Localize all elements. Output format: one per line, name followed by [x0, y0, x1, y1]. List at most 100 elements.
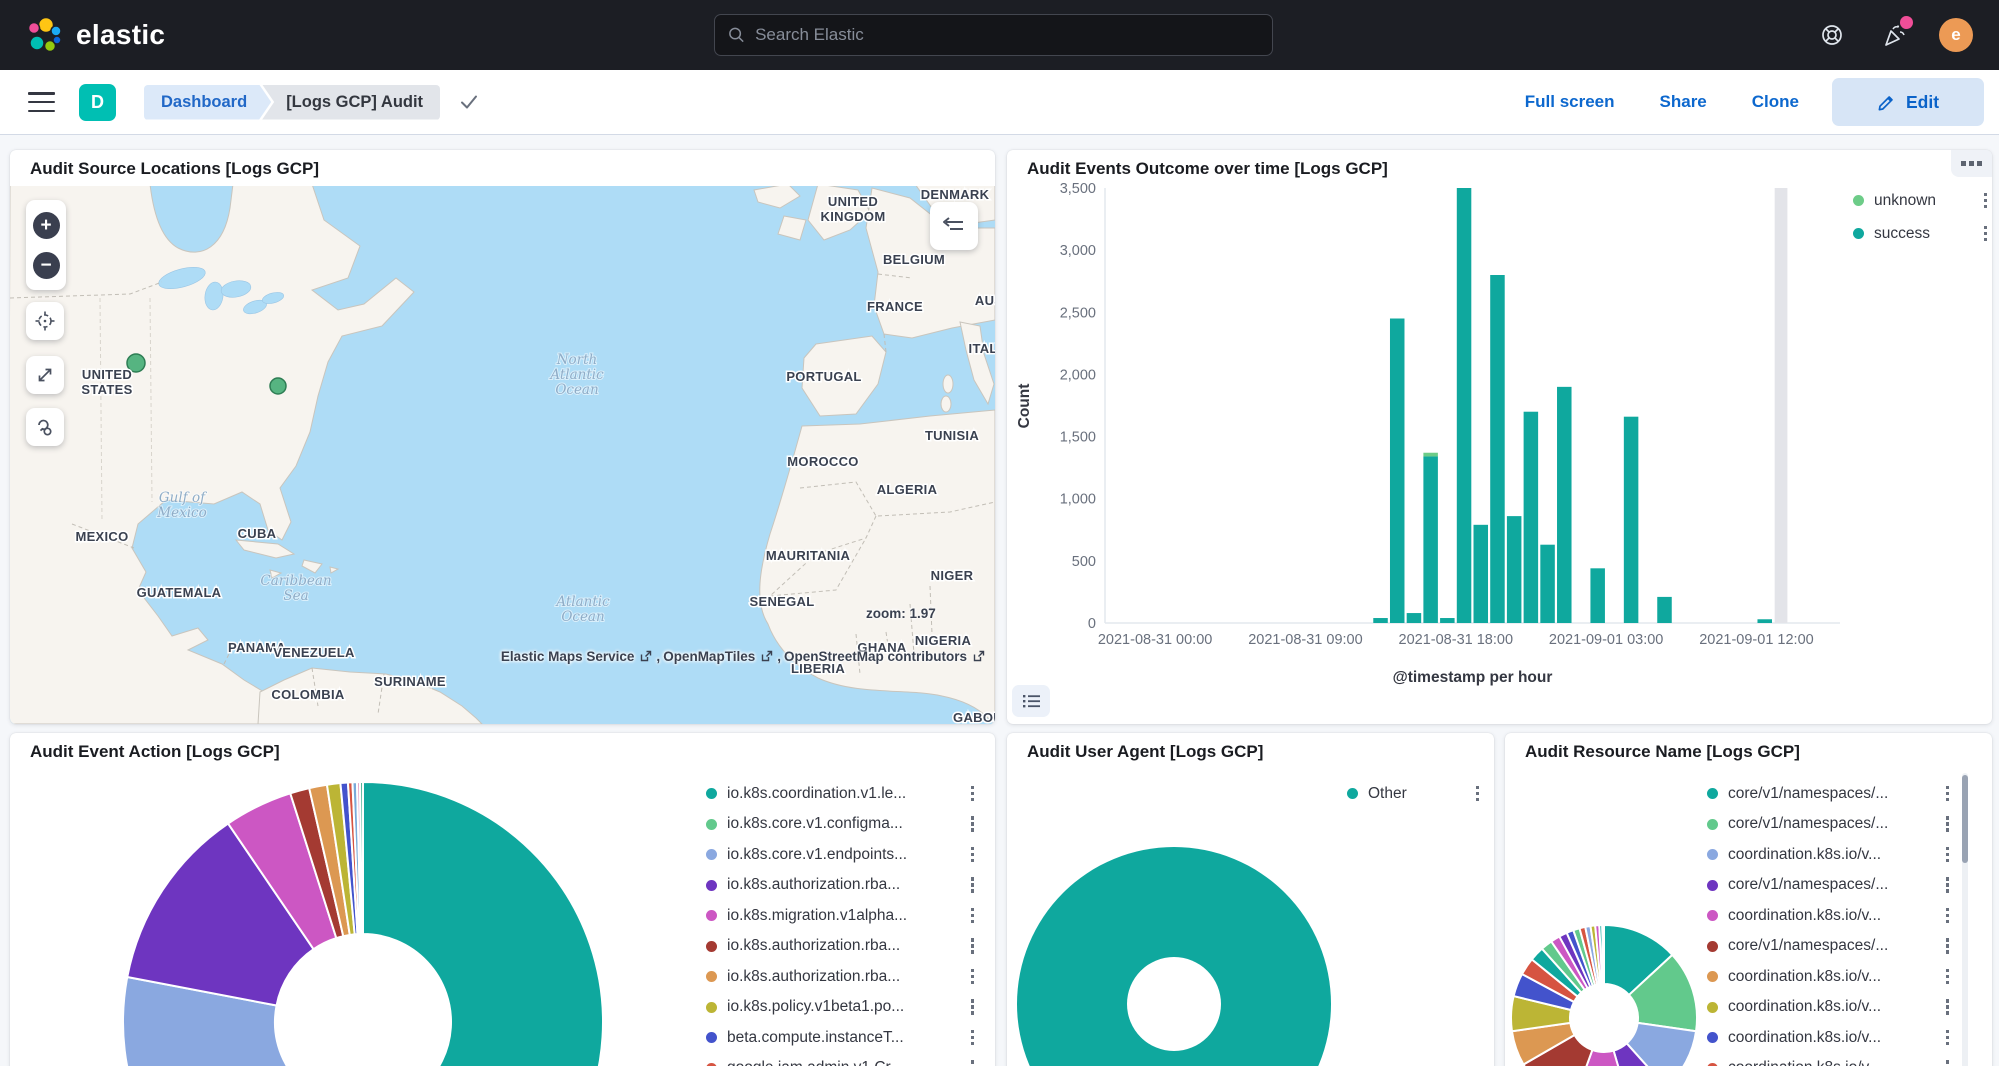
legend-item[interactable]: core/v1/namespaces/... — [1707, 814, 1949, 835]
bar-success[interactable] — [1440, 618, 1455, 623]
legend-item[interactable]: io.k8s.coordination.v1.le... — [706, 783, 974, 804]
bar-success[interactable] — [1757, 619, 1772, 623]
legend-item-menu-icon[interactable] — [1476, 786, 1480, 802]
legend-item-menu-icon[interactable] — [1946, 999, 1950, 1015]
outcome-bar-chart[interactable]: 05001,0001,5002,0002,5003,0003,5002021-0… — [1007, 150, 1992, 724]
bar-success[interactable] — [1423, 456, 1438, 623]
legend-item-menu-icon[interactable] — [971, 908, 975, 924]
legend-item-menu-icon[interactable] — [1984, 226, 1988, 242]
legend-item[interactable]: io.k8s.core.v1.endpoints... — [706, 844, 974, 865]
legend-item-menu-icon[interactable] — [1946, 877, 1950, 893]
legend-item-menu-icon[interactable] — [971, 877, 975, 893]
user-avatar[interactable]: e — [1939, 18, 1973, 52]
bar-success[interactable] — [1407, 613, 1422, 623]
x-axis-tick-label: 2021-08-31 09:00 — [1248, 632, 1363, 648]
set-view-crosshair-button[interactable] — [26, 302, 64, 340]
legend-scrollbar-thumb[interactable] — [1962, 775, 1968, 863]
legend-item[interactable]: coordination.k8s.io/v... — [1707, 844, 1949, 865]
legend-item-menu-icon[interactable] — [971, 786, 975, 802]
search-input[interactable] — [755, 25, 1259, 45]
map-country-label: NIGERIA — [915, 633, 972, 648]
news-party-icon[interactable] — [1877, 18, 1911, 52]
legend-item[interactable]: coordination.k8s.io/v... — [1707, 1058, 1949, 1066]
clone-link[interactable]: Clone — [1752, 92, 1799, 112]
full-screen-link[interactable]: Full screen — [1525, 92, 1615, 112]
legend-item[interactable]: Other — [1347, 783, 1479, 804]
bar-success[interactable] — [1490, 275, 1505, 623]
map-canvas[interactable]: UNITEDSTATESMEXICOCUBAGUATEMALAPANAMAVEN… — [10, 186, 995, 724]
legend-item-menu-icon[interactable] — [1946, 938, 1950, 954]
legend-item-menu-icon[interactable] — [1946, 816, 1950, 832]
bar-success[interactable] — [1540, 545, 1555, 623]
legend-item-menu-icon[interactable] — [1946, 786, 1950, 802]
bar-unknown[interactable] — [1423, 453, 1438, 457]
legend-item[interactable]: success — [1853, 223, 1987, 244]
donut-slice[interactable] — [333, 782, 603, 1066]
legend-item[interactable]: core/v1/namespaces/... — [1707, 936, 1949, 957]
bar-success[interactable] — [1557, 387, 1572, 623]
legend-item[interactable]: unknown — [1853, 190, 1987, 211]
legend-item[interactable]: coordination.k8s.io/v... — [1707, 1027, 1949, 1048]
bar-success[interactable] — [1657, 597, 1672, 623]
legend-item[interactable]: io.k8s.core.v1.configma... — [706, 814, 974, 835]
fit-to-bounds-button[interactable] — [26, 356, 64, 394]
legend-item[interactable]: core/v1/namespaces/... — [1707, 783, 1949, 804]
menu-hamburger-icon[interactable] — [28, 92, 55, 112]
legend-item[interactable]: io.k8s.policy.v1beta1.po... — [706, 997, 974, 1018]
legend-item[interactable]: beta.compute.instanceT... — [706, 1027, 974, 1048]
share-link[interactable]: Share — [1660, 92, 1707, 112]
attribution-link[interactable]: Elastic Maps Service — [501, 649, 635, 664]
legend-item[interactable]: coordination.k8s.io/v... — [1707, 966, 1949, 987]
legend-item-menu-icon[interactable] — [1946, 847, 1950, 863]
map-data-marker[interactable] — [270, 378, 286, 394]
help-icon[interactable] — [1815, 18, 1849, 52]
zoom-in-button[interactable]: + — [33, 212, 60, 239]
bar-success[interactable] — [1390, 319, 1405, 624]
legend-item-menu-icon[interactable] — [971, 938, 975, 954]
legend-item[interactable]: coordination.k8s.io/v... — [1707, 905, 1949, 926]
legend-item-menu-icon[interactable] — [1946, 1060, 1950, 1066]
legend-label: io.k8s.authorization.rba... — [727, 968, 900, 986]
legend-item[interactable]: coordination.k8s.io/v... — [1707, 997, 1949, 1018]
donut-slice[interactable] — [1602, 925, 1604, 984]
legend-item-menu-icon[interactable] — [1984, 193, 1988, 209]
dashboard-app-badge[interactable]: D — [79, 84, 116, 121]
legend-item[interactable]: core/v1/namespaces/... — [1707, 875, 1949, 896]
bar-success[interactable] — [1507, 516, 1522, 623]
bar-success[interactable] — [1524, 412, 1539, 623]
legend-item-menu-icon[interactable] — [971, 847, 975, 863]
edit-button[interactable]: Edit — [1832, 78, 1984, 126]
breadcrumb-current-dashboard[interactable]: [Logs GCP] Audit — [262, 85, 440, 120]
attribution-link[interactable]: OpenMapTiles — [663, 649, 755, 664]
legend-item[interactable]: io.k8s.authorization.rba... — [706, 966, 974, 987]
breadcrumb-dashboard[interactable]: Dashboard — [144, 85, 271, 120]
legend-item[interactable]: io.k8s.migration.v1alpha... — [706, 905, 974, 926]
bar-success[interactable] — [1457, 188, 1472, 623]
legend-swatch — [1707, 1002, 1718, 1013]
legend-item-menu-icon[interactable] — [971, 816, 975, 832]
legend-item[interactable]: io.k8s.authorization.rba... — [706, 875, 974, 896]
legend-item-menu-icon[interactable] — [1946, 1030, 1950, 1046]
legend-item-menu-icon[interactable] — [971, 969, 975, 985]
legend-item[interactable]: io.k8s.authorization.rba... — [706, 936, 974, 957]
attribution-link[interactable]: OpenStreetMap contributors — [784, 649, 967, 664]
bar-success[interactable] — [1474, 525, 1489, 623]
map-attribution[interactable]: Elastic Maps Service, OpenMapTiles, Open… — [501, 649, 986, 664]
legend-item[interactable]: google.iam.admin.v1.Cr... — [706, 1058, 974, 1066]
collapse-legend-button[interactable] — [930, 202, 978, 250]
bar-success[interactable] — [1373, 618, 1388, 623]
global-search[interactable] — [714, 14, 1273, 56]
legend-item-menu-icon[interactable] — [1946, 969, 1950, 985]
zoom-out-button[interactable]: − — [33, 252, 60, 279]
legend-item-menu-icon[interactable] — [971, 1060, 975, 1066]
legend-item-menu-icon[interactable] — [971, 999, 975, 1015]
bar-success[interactable] — [1624, 417, 1639, 623]
legend-swatch — [1707, 880, 1718, 891]
map-tools-wrench-button[interactable] — [26, 408, 64, 446]
legend-item-menu-icon[interactable] — [1946, 908, 1950, 924]
bar-success[interactable] — [1590, 568, 1605, 623]
legend-toggle-button[interactable] — [1012, 685, 1050, 717]
elastic-brand[interactable]: elastic — [26, 17, 165, 53]
legend-item-menu-icon[interactable] — [971, 1030, 975, 1046]
map-country-label: UNITEDSTATES — [81, 367, 132, 397]
